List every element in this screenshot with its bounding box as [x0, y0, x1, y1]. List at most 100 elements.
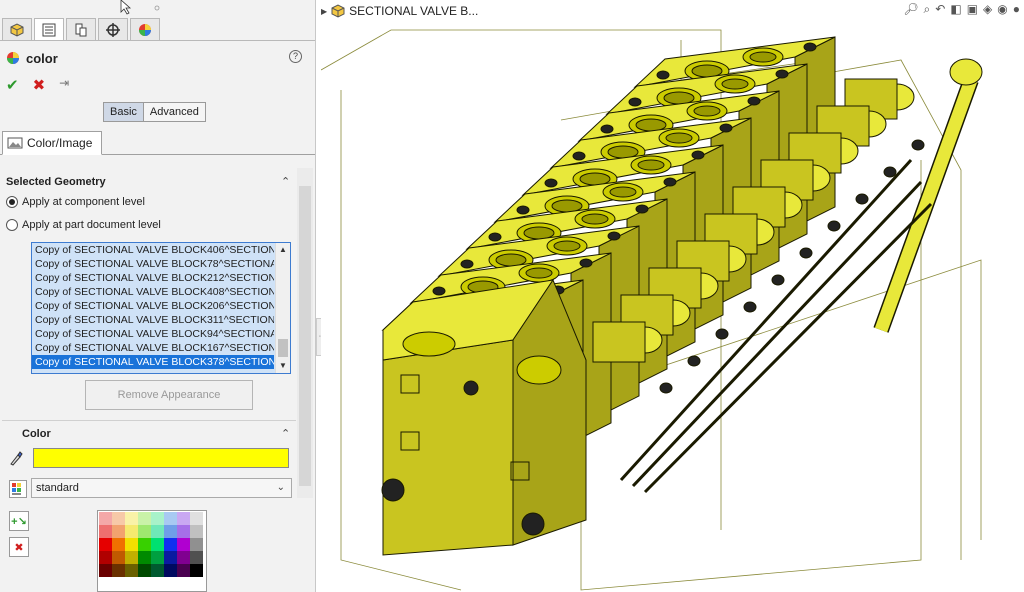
- list-scroll-thumb[interactable]: [278, 339, 288, 357]
- selected-components-list[interactable]: Copy of SECTIONAL VALVE BLOCK406^SECTION…: [31, 242, 291, 374]
- radio-component-level[interactable]: Apply at component level: [6, 196, 145, 208]
- ok-checkmark-icon[interactable]: ✔: [6, 76, 19, 94]
- color-swatch[interactable]: [138, 525, 151, 538]
- color-swatch[interactable]: [151, 512, 164, 525]
- color-swatch[interactable]: [125, 512, 138, 525]
- list-item[interactable]: Copy of SECTIONAL VALVE BLOCK408^SECTION…: [32, 285, 274, 299]
- bolt-head: [628, 97, 642, 107]
- radio-button[interactable]: [6, 219, 18, 231]
- color-swatch[interactable]: [151, 538, 164, 551]
- previous-view-icon[interactable]: ↶: [935, 2, 945, 17]
- spool-housing: [592, 321, 646, 363]
- list-item[interactable]: Copy of SECTIONAL VALVE BLOCK78^SECTIONA…: [32, 257, 274, 271]
- cancel-x-icon[interactable]: ✖: [33, 76, 46, 94]
- list-item[interactable]: Copy of SECTIONAL VALVE BLOCK94^SECTIONA…: [32, 327, 274, 341]
- list-item-selected[interactable]: Copy of SECTIONAL VALVE BLOCK378^SECTION…: [32, 355, 274, 369]
- list-scrollbar[interactable]: ▲ ▼: [275, 243, 290, 373]
- panel-scroll-thumb[interactable]: [299, 186, 311, 486]
- delete-swatch-icon[interactable]: ✖: [9, 537, 29, 557]
- color-swatch[interactable]: [125, 564, 138, 577]
- color-swatch[interactable]: [112, 525, 125, 538]
- property-list-icon: [42, 23, 56, 36]
- color-swatch[interactable]: [125, 551, 138, 564]
- color-swatch[interactable]: [99, 538, 112, 551]
- color-swatch[interactable]: [164, 512, 177, 525]
- collapse-chevron-icon[interactable]: ⌃: [281, 427, 290, 440]
- help-icon[interactable]: ?: [289, 50, 302, 63]
- color-swatch[interactable]: [112, 538, 125, 551]
- color-swatch[interactable]: [125, 538, 138, 551]
- color-swatch[interactable]: [164, 564, 177, 577]
- advanced-mode-button[interactable]: Advanced: [143, 103, 205, 121]
- color-swatch[interactable]: [151, 525, 164, 538]
- color-swatch[interactable]: [138, 538, 151, 551]
- color-swatch[interactable]: [138, 564, 151, 577]
- color-swatch[interactable]: [125, 525, 138, 538]
- color-swatch[interactable]: [112, 551, 125, 564]
- tab-color-image[interactable]: Color/Image: [2, 131, 102, 155]
- color-swatch[interactable]: [112, 512, 125, 525]
- list-item[interactable]: Copy of SECTIONAL VALVE BLOCK206^SECTION…: [32, 299, 274, 313]
- port-bore: [525, 267, 553, 279]
- edit-appearance-icon[interactable]: ●: [1013, 2, 1020, 17]
- remove-appearance-button[interactable]: Remove Appearance: [85, 380, 253, 410]
- color-swatch[interactable]: [177, 512, 190, 525]
- color-swatch[interactable]: [190, 564, 203, 577]
- color-swatch[interactable]: [138, 551, 151, 564]
- palette-dropdown[interactable]: standard ⌄: [31, 478, 292, 498]
- color-swatch[interactable]: [177, 525, 190, 538]
- color-swatch[interactable]: [99, 551, 112, 564]
- color-swatch[interactable]: [190, 512, 203, 525]
- zoom-to-fit-icon[interactable]: 🔎︎: [903, 2, 918, 17]
- display-style-icon[interactable]: ◈: [983, 2, 992, 17]
- color-swatch[interactable]: [99, 564, 112, 577]
- color-swatch[interactable]: [164, 525, 177, 538]
- list-item[interactable]: Copy of SECTIONAL VALVE BLOCK167^SECTION…: [32, 341, 274, 355]
- panel-scrollbar[interactable]: [297, 168, 313, 498]
- scroll-up-icon[interactable]: ▲: [279, 245, 287, 254]
- radio-part-level[interactable]: Apply at part document level: [6, 219, 161, 231]
- collapse-chevron-icon[interactable]: ⌃: [281, 175, 290, 188]
- tab-property-manager[interactable]: [34, 18, 64, 40]
- tab-display-manager[interactable]: [130, 18, 160, 40]
- color-swatch[interactable]: [190, 538, 203, 551]
- section-view-icon[interactable]: ◧: [950, 2, 961, 17]
- assembly-name: SECTIONAL VALVE B...: [349, 4, 479, 18]
- pushpin-icon[interactable]: ⇥: [59, 76, 69, 94]
- graphics-area[interactable]: ▶ SECTIONAL VALVE B... 🔎︎ ⌕ ↶ ◧ ▣ ◈ ◉ ●: [321, 0, 1024, 592]
- basic-mode-button[interactable]: Basic: [104, 103, 144, 121]
- radio-button-selected[interactable]: [6, 196, 18, 208]
- bolt-head: [883, 166, 897, 178]
- color-swatch[interactable]: [99, 512, 112, 525]
- color-swatch[interactable]: [177, 551, 190, 564]
- color-palette-icon[interactable]: [9, 480, 27, 498]
- eyedropper-icon[interactable]: [9, 450, 23, 469]
- feature-tree-flyout[interactable]: ▶ SECTIONAL VALVE B...: [321, 4, 478, 18]
- list-item[interactable]: Copy of SECTIONAL VALVE BLOCK406^SECTION…: [32, 243, 274, 257]
- color-swatch[interactable]: [164, 538, 177, 551]
- view-orientation-icon[interactable]: ▣: [967, 2, 978, 17]
- valve-assembly-model[interactable]: [321, 0, 1024, 592]
- scroll-down-icon[interactable]: ▼: [279, 361, 287, 370]
- color-swatch[interactable]: [177, 564, 190, 577]
- color-swatch[interactable]: [138, 512, 151, 525]
- color-swatch[interactable]: [177, 538, 190, 551]
- current-color-swatch[interactable]: [33, 448, 289, 468]
- color-swatch[interactable]: [190, 551, 203, 564]
- tab-feature-manager[interactable]: [2, 18, 32, 40]
- hide-show-items-icon[interactable]: ◉: [997, 2, 1007, 17]
- zoom-to-area-icon[interactable]: ⌕: [924, 2, 931, 17]
- tab-dimxpert-manager[interactable]: [98, 18, 128, 40]
- list-item[interactable]: Copy of SECTIONAL VALVE BLOCK212^SECTION…: [32, 271, 274, 285]
- color-swatch[interactable]: [190, 525, 203, 538]
- add-swatch-icon[interactable]: +↘: [9, 511, 29, 531]
- color-swatch[interactable]: [151, 551, 164, 564]
- color-swatch[interactable]: [112, 564, 125, 577]
- list-item[interactable]: Copy of SECTIONAL VALVE BLOCK311^SECTION…: [32, 313, 274, 327]
- color-section-header: Color: [22, 428, 51, 440]
- color-swatch[interactable]: [164, 551, 177, 564]
- color-swatch[interactable]: [99, 525, 112, 538]
- expand-caret-icon[interactable]: ▶: [321, 7, 327, 16]
- tab-configuration-manager[interactable]: [66, 18, 96, 40]
- color-swatch[interactable]: [151, 564, 164, 577]
